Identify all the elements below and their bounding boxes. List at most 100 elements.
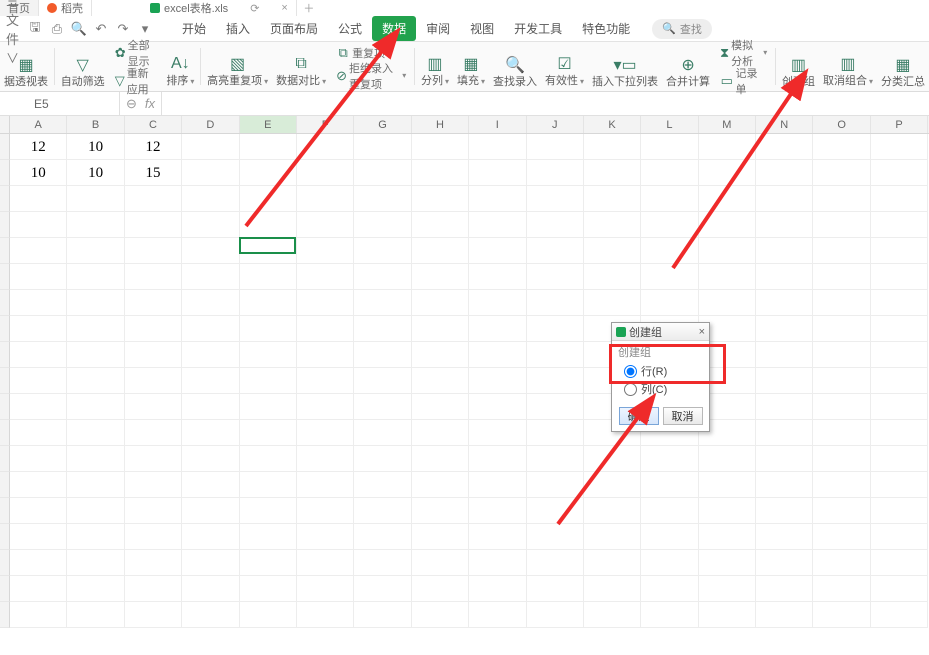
cell[interactable] — [527, 472, 584, 498]
cell[interactable] — [182, 212, 239, 238]
cell[interactable] — [240, 238, 297, 264]
cell[interactable] — [756, 420, 813, 446]
cell[interactable] — [699, 290, 756, 316]
cell[interactable] — [756, 134, 813, 160]
btn-subtotal[interactable]: ▦分类汇总 — [877, 42, 929, 91]
cell[interactable] — [527, 342, 584, 368]
qat-redo-icon[interactable]: ↷ — [116, 22, 130, 36]
cancel-button[interactable]: 取消 — [663, 407, 703, 425]
cell[interactable] — [412, 472, 469, 498]
cell[interactable] — [527, 550, 584, 576]
cell[interactable]: 10 — [67, 160, 124, 186]
cell[interactable] — [527, 290, 584, 316]
cell[interactable] — [469, 264, 526, 290]
cell[interactable] — [412, 316, 469, 342]
cell[interactable] — [469, 186, 526, 212]
cell[interactable] — [354, 186, 411, 212]
menu-charu[interactable]: 插入 — [216, 16, 260, 41]
cell[interactable] — [67, 212, 124, 238]
cell[interactable] — [182, 498, 239, 524]
cell[interactable] — [67, 576, 124, 602]
cell[interactable] — [354, 550, 411, 576]
cell[interactable] — [240, 290, 297, 316]
cell[interactable] — [297, 264, 354, 290]
cell[interactable] — [641, 212, 698, 238]
app-tab-daoke[interactable]: 稻壳 — [39, 0, 92, 16]
fx-icon[interactable]: fx — [145, 96, 155, 111]
cell[interactable] — [699, 134, 756, 160]
btn-highlight-dup[interactable]: ▧高亮重复项▾ — [203, 42, 272, 91]
cell[interactable] — [125, 368, 182, 394]
cell[interactable] — [240, 368, 297, 394]
cell[interactable]: 10 — [67, 134, 124, 160]
cell[interactable] — [125, 420, 182, 446]
cell[interactable] — [584, 472, 641, 498]
btn-insert-dropdown[interactable]: ▾▭插入下拉列表 — [588, 42, 662, 91]
cell[interactable] — [354, 472, 411, 498]
cell[interactable] — [10, 498, 67, 524]
cell[interactable] — [699, 186, 756, 212]
cell[interactable] — [67, 498, 124, 524]
btn-data-compare[interactable]: ⧉数据对比▾ — [272, 42, 330, 91]
cell[interactable] — [182, 420, 239, 446]
cell[interactable] — [182, 342, 239, 368]
cell[interactable] — [297, 212, 354, 238]
cell[interactable] — [240, 134, 297, 160]
cell[interactable] — [412, 602, 469, 628]
cell[interactable] — [756, 290, 813, 316]
cell[interactable] — [10, 316, 67, 342]
option-row[interactable]: 行(R) — [618, 362, 703, 380]
cell[interactable] — [756, 576, 813, 602]
refresh-icon[interactable]: ⟳ — [250, 2, 259, 15]
cell[interactable] — [584, 212, 641, 238]
cell[interactable] — [527, 420, 584, 446]
row-header[interactable] — [0, 316, 10, 342]
cell[interactable] — [469, 472, 526, 498]
cell[interactable] — [641, 160, 698, 186]
cell[interactable] — [182, 602, 239, 628]
btn-whatif-form[interactable]: ⧗模拟分析▾ ▭记录单 — [714, 42, 773, 91]
cell[interactable] — [182, 264, 239, 290]
cell[interactable] — [412, 212, 469, 238]
cell[interactable] — [354, 576, 411, 602]
cell[interactable] — [756, 368, 813, 394]
cell[interactable] — [641, 134, 698, 160]
cell[interactable] — [527, 264, 584, 290]
cell[interactable] — [813, 524, 870, 550]
name-box[interactable]: E5 — [0, 92, 120, 115]
cell[interactable] — [871, 212, 928, 238]
cell[interactable] — [469, 290, 526, 316]
cell[interactable] — [469, 368, 526, 394]
cell[interactable] — [469, 134, 526, 160]
cell[interactable] — [67, 602, 124, 628]
cell[interactable] — [871, 550, 928, 576]
cell[interactable] — [182, 394, 239, 420]
cell[interactable] — [813, 238, 870, 264]
btn-sort[interactable]: A↓排序▾ — [162, 42, 198, 91]
row-header[interactable] — [0, 368, 10, 394]
cell[interactable] — [67, 238, 124, 264]
ok-button[interactable]: 确定 — [619, 407, 659, 425]
cell[interactable] — [469, 576, 526, 602]
cell[interactable] — [67, 394, 124, 420]
row-header[interactable] — [0, 524, 10, 550]
btn-validity[interactable]: ☑有效性▾ — [541, 42, 588, 91]
col-header-E[interactable]: E — [240, 116, 297, 133]
cell[interactable] — [182, 160, 239, 186]
cell[interactable] — [641, 238, 698, 264]
col-header-H[interactable]: H — [412, 116, 469, 133]
cell[interactable] — [182, 134, 239, 160]
cell[interactable] — [469, 238, 526, 264]
cell[interactable] — [240, 472, 297, 498]
row-header[interactable] — [0, 160, 10, 186]
col-header-G[interactable]: G — [354, 116, 411, 133]
cell[interactable] — [527, 316, 584, 342]
cell[interactable] — [871, 342, 928, 368]
menu-shitu[interactable]: 视图 — [460, 16, 504, 41]
cell[interactable] — [10, 186, 67, 212]
cell[interactable] — [699, 576, 756, 602]
col-header-L[interactable]: L — [641, 116, 698, 133]
row-header[interactable] — [0, 264, 10, 290]
cell[interactable] — [240, 212, 297, 238]
menu-gongshi[interactable]: 公式 — [328, 16, 372, 41]
